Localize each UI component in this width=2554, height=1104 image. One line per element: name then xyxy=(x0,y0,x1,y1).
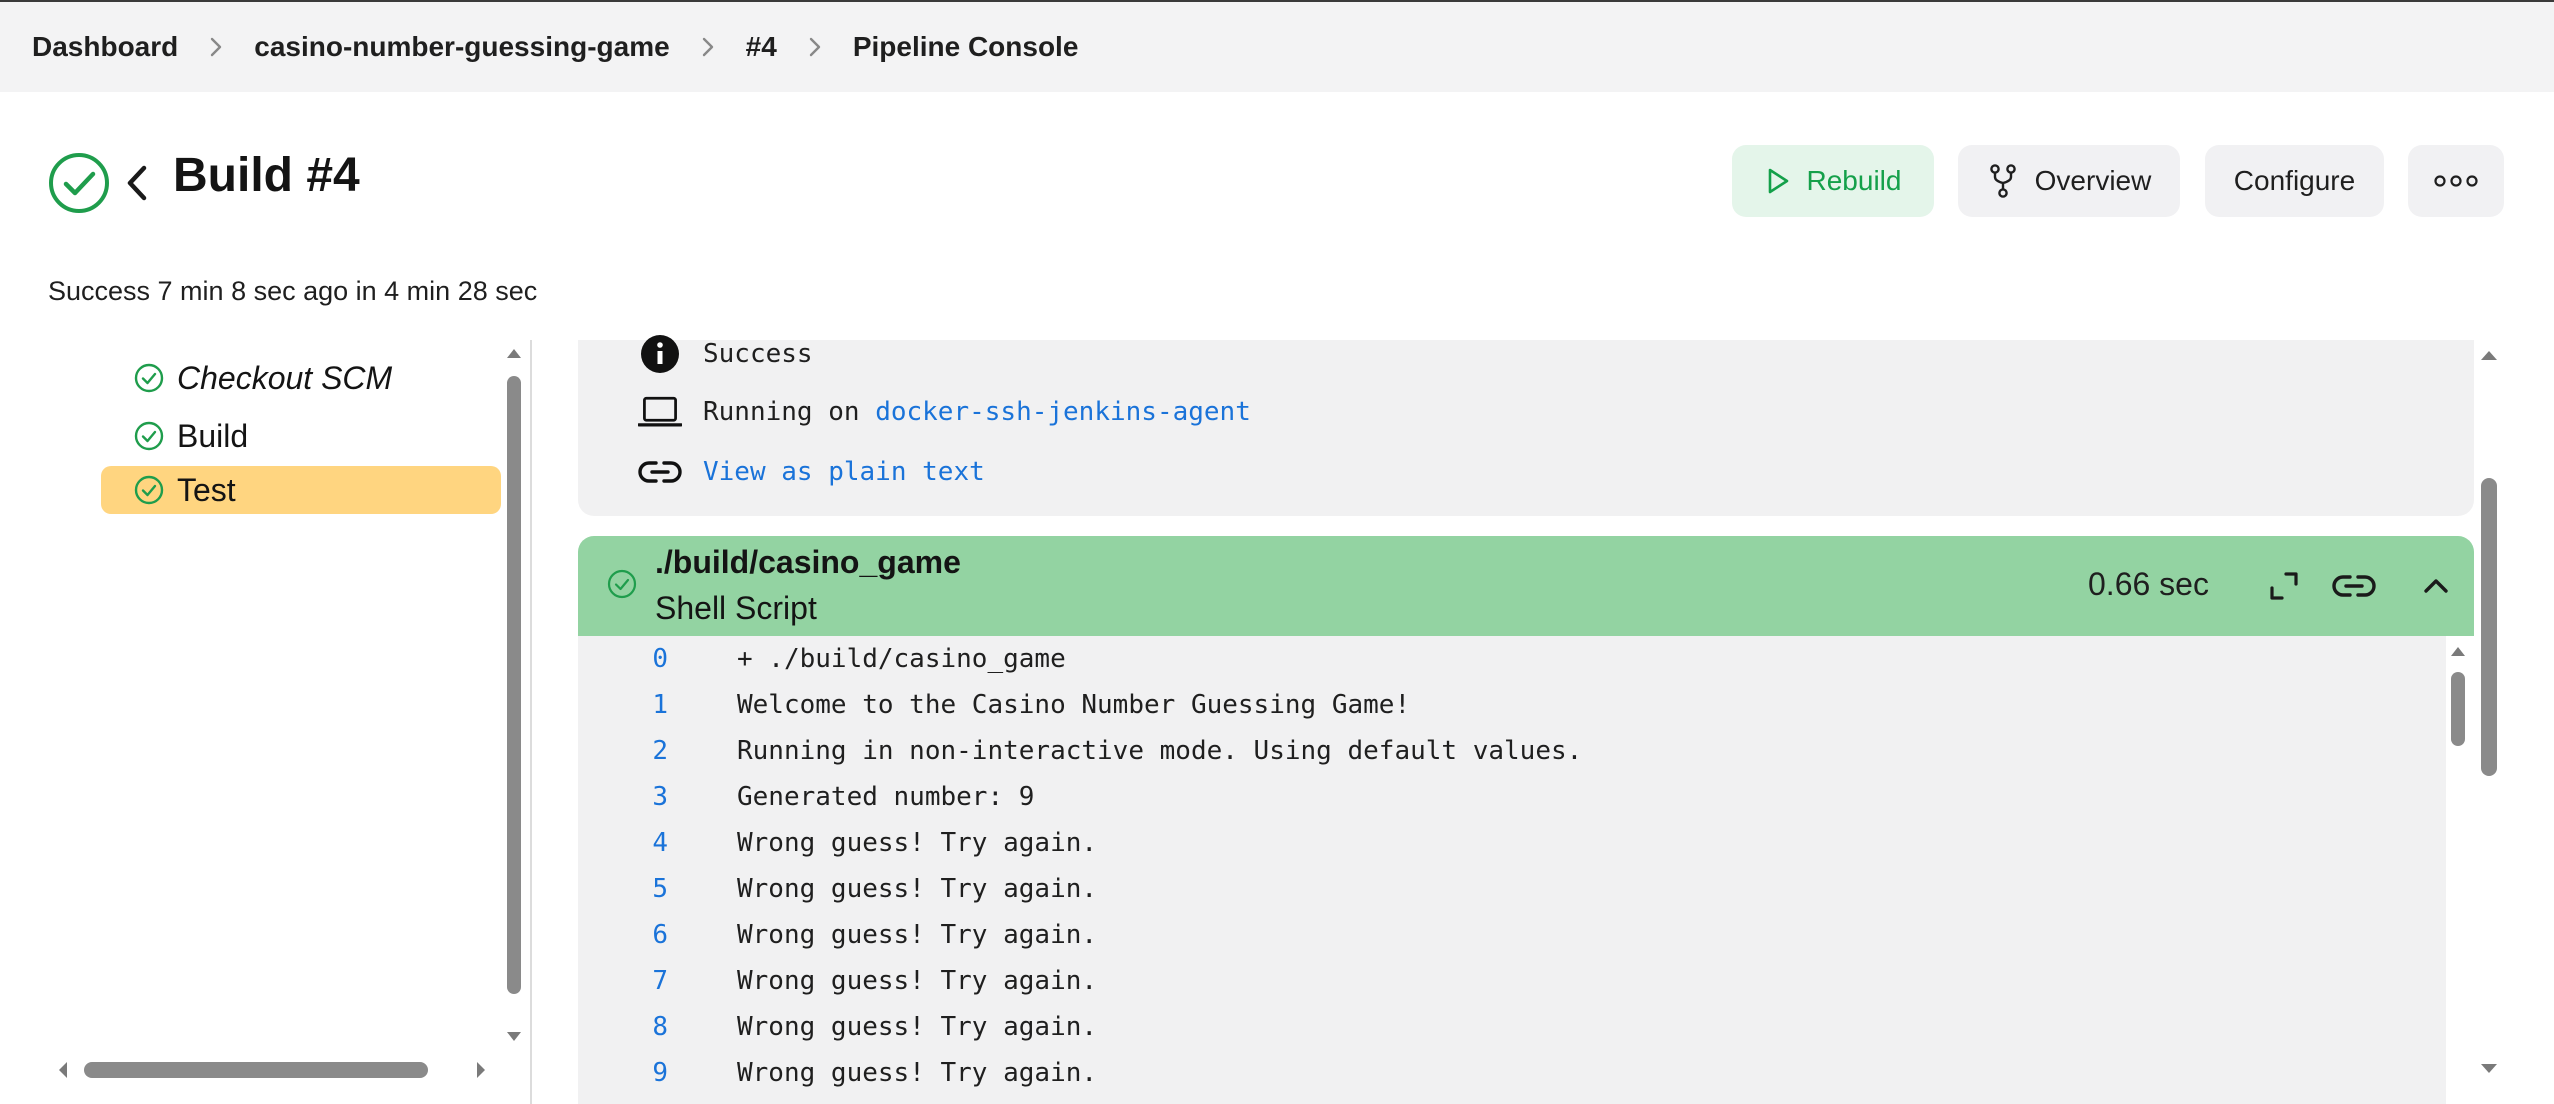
log-text: + ./build/casino_game xyxy=(737,644,1066,674)
step-subtitle: Shell Script xyxy=(655,590,817,626)
log-text: Welcome to the Casino Number Guessing Ga… xyxy=(737,690,1411,720)
info-icon xyxy=(638,334,682,374)
log-text: Wrong guess! Try again. xyxy=(737,1058,1098,1088)
scroll-up-arrow[interactable] xyxy=(2449,644,2467,658)
chevron-up-icon[interactable] xyxy=(2416,566,2456,606)
more-options-button[interactable] xyxy=(2408,145,2504,217)
step-title: ./build/casino_game xyxy=(655,544,961,580)
stage-item-checkout-scm[interactable]: Checkout SCM xyxy=(101,354,501,402)
line-number[interactable]: 6 xyxy=(578,920,668,950)
line-number[interactable]: 5 xyxy=(578,874,668,904)
line-number[interactable]: 8 xyxy=(578,1012,668,1042)
log-text: Wrong guess! Try again. xyxy=(737,828,1098,858)
expand-icon[interactable] xyxy=(2264,566,2304,606)
log-line: 0 + ./build/casino_game xyxy=(578,636,1066,682)
configure-label: Configure xyxy=(2233,165,2356,196)
log-line: 4 Wrong guess! Try again. xyxy=(578,820,1097,866)
log-text: Wrong guess! Try again. xyxy=(737,966,1098,996)
step-duration: 0.66 sec xyxy=(2088,566,2209,602)
stage-item-test[interactable]: Test xyxy=(101,466,501,514)
branch-icon xyxy=(1989,164,2016,198)
step-header[interactable]: ./build/casino_game Shell Script 0.66 se… xyxy=(578,536,2474,636)
success-check-icon xyxy=(134,475,164,505)
line-number[interactable]: 9 xyxy=(578,1058,668,1088)
log-line: 5 Wrong guess! Try again. xyxy=(578,866,1097,912)
stage-label: Checkout SCM xyxy=(177,359,393,396)
info-status-text: Success xyxy=(703,339,813,369)
line-number[interactable]: 2 xyxy=(578,736,668,766)
stage-item-build[interactable]: Build xyxy=(101,412,501,460)
log-text: Wrong guess! Try again. xyxy=(737,920,1098,950)
build-status-summary: Success 7 min 8 sec ago in 4 min 28 sec xyxy=(48,276,538,306)
stage-list-vertical-scrollbar[interactable] xyxy=(507,376,521,994)
overview-button[interactable]: Overview xyxy=(1958,145,2180,217)
line-number[interactable]: 1 xyxy=(578,690,668,720)
stage-label: Build xyxy=(177,417,249,454)
info-status-row: Success xyxy=(638,334,813,374)
more-horizontal-icon xyxy=(2434,175,2478,187)
scroll-down-arrow[interactable] xyxy=(505,1030,523,1044)
line-number[interactable]: 0 xyxy=(578,644,668,674)
log-text: Wrong guess! Try again. xyxy=(737,874,1098,904)
panel-divider[interactable] xyxy=(530,340,532,1104)
log-line: 8 Wrong guess! Try again. xyxy=(578,1004,1097,1050)
log-text: Running in non-interactive mode. Using d… xyxy=(737,736,1583,766)
scroll-up-arrow[interactable] xyxy=(2479,348,2499,362)
chevron-left-icon[interactable] xyxy=(124,162,150,204)
running-on-label: Running on xyxy=(703,397,876,427)
overview-label: Overview xyxy=(2034,165,2152,196)
page-title: Build #4 xyxy=(173,149,360,202)
console-vertical-scrollbar[interactable] xyxy=(2481,478,2497,776)
agent-link[interactable]: docker-ssh-jenkins-agent xyxy=(875,397,1251,427)
log-line: 1 Welcome to the Casino Number Guessing G… xyxy=(578,682,1410,728)
line-number[interactable]: 3 xyxy=(578,782,668,812)
log-line: 6 Wrong guess! Try again. xyxy=(578,912,1097,958)
log-line: 9 Wrong guess! Try again. xyxy=(578,1050,1097,1096)
link-icon xyxy=(638,452,682,492)
rebuild-button[interactable]: Rebuild xyxy=(1732,145,1934,217)
log-line: 7 Wrong guess! Try again. xyxy=(578,958,1097,1004)
build-info-card: Success Running on docker-ssh-jenkins-ag… xyxy=(578,335,2474,516)
log-line: 2 Running in non-interactive mode. Using … xyxy=(578,728,1582,774)
breadcrumb-job[interactable]: casino-number-guessing-game xyxy=(254,31,669,63)
link-icon[interactable] xyxy=(2332,566,2376,606)
log-text: Generated number: 9 xyxy=(737,782,1035,812)
laptop-icon xyxy=(638,392,682,432)
scroll-right-arrow[interactable] xyxy=(474,1060,488,1080)
stage-label: Test xyxy=(177,471,236,508)
scroll-down-arrow[interactable] xyxy=(2479,1062,2499,1076)
breadcrumb-dashboard[interactable]: Dashboard xyxy=(32,31,178,63)
rebuild-label: Rebuild xyxy=(1806,165,1902,196)
log-vertical-scrollbar[interactable] xyxy=(2451,672,2465,746)
scroll-left-arrow[interactable] xyxy=(56,1060,70,1080)
info-plain-text-row: View as plain text xyxy=(638,452,985,492)
line-number[interactable]: 7 xyxy=(578,966,668,996)
breadcrumb-build[interactable]: #4 xyxy=(746,31,777,63)
play-icon xyxy=(1768,168,1788,194)
chevron-right-icon xyxy=(698,35,718,59)
breadcrumb: Dashboard casino-number-guessing-game #4… xyxy=(0,0,2554,92)
log-line: 3 Generated number: 9 xyxy=(578,774,1034,820)
stage-list-horizontal-scrollbar[interactable] xyxy=(84,1062,428,1078)
chevron-right-icon xyxy=(805,35,825,59)
view-plain-text-link[interactable]: View as plain text xyxy=(703,457,985,487)
log-text: Wrong guess! Try again. xyxy=(737,1012,1098,1042)
configure-button[interactable]: Configure xyxy=(2205,145,2384,217)
breadcrumb-current[interactable]: Pipeline Console xyxy=(853,31,1079,63)
chevron-right-icon xyxy=(206,35,226,59)
success-check-icon xyxy=(134,421,164,451)
success-check-icon xyxy=(134,363,164,393)
success-check-icon xyxy=(607,569,637,599)
info-agent-row: Running on docker-ssh-jenkins-agent xyxy=(638,392,1251,432)
scroll-up-arrow[interactable] xyxy=(505,346,523,360)
console-log: 0 + ./build/casino_game 1 Welcome to the C… xyxy=(578,636,2446,1104)
stage-list: Checkout SCM Build Test xyxy=(0,340,530,1090)
success-check-icon xyxy=(49,153,109,213)
line-number[interactable]: 4 xyxy=(578,828,668,858)
